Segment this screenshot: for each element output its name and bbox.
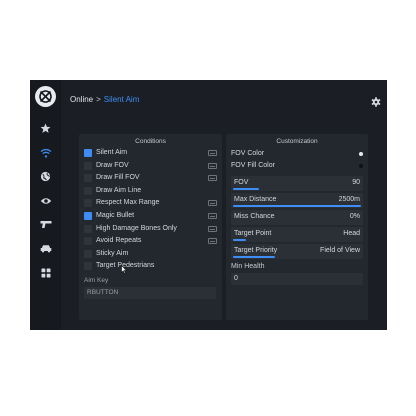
app-window: Online > Silent Aim Conditions Silent Aim D… (30, 80, 387, 330)
fov-color-swatch[interactable] (359, 152, 363, 156)
slider-label: FOV (234, 179, 249, 186)
slider-fill (233, 256, 276, 258)
slider-row[interactable]: FOV 90 (231, 176, 363, 191)
keyboard-icon[interactable] (208, 213, 217, 219)
slider-track[interactable] (233, 188, 361, 190)
condition-label: Respect Max Range (96, 199, 160, 207)
slider-row[interactable]: Target Point Head (231, 227, 363, 242)
customization-title: Customization (276, 138, 318, 145)
condition-row[interactable]: Magic Bullet (84, 211, 217, 221)
wifi-icon[interactable] (37, 144, 54, 161)
mouse-cursor-icon (121, 265, 127, 274)
conditions-title: Conditions (135, 138, 166, 145)
fov-color-row[interactable]: FOV Color (231, 149, 363, 159)
fov-fill-color-label: FOV Fill Color (231, 162, 275, 169)
condition-label: Silent Aim (96, 149, 128, 156)
slider-row[interactable]: Target Priority Field of View (231, 244, 363, 259)
condition-label: Draw Fill FOV (96, 174, 140, 182)
condition-row[interactable]: High Damage Bones Only (84, 224, 217, 234)
condition-row[interactable]: Draw Aim Line (84, 186, 217, 196)
condition-row[interactable]: Draw Fill FOV (84, 173, 217, 183)
slider-value: 2500m (338, 196, 360, 203)
fov-color-label: FOV Color (231, 150, 265, 157)
condition-label: High Damage Bones Only (96, 224, 177, 232)
condition-label: Draw FOV (96, 161, 129, 169)
aim-key-label: Aim Key (84, 277, 109, 284)
condition-row[interactable]: Draw FOV (84, 161, 217, 171)
logo-icon (35, 86, 56, 107)
fov-fill-color-swatch[interactable] (359, 164, 363, 168)
condition-label: Avoid Repeats (96, 237, 142, 245)
condition-label: Draw Aim Line (96, 186, 142, 194)
gear-icon[interactable] (371, 97, 381, 107)
slider-value: 0% (349, 213, 360, 220)
keyboard-icon[interactable] (208, 175, 217, 182)
slider-value: 90 (352, 179, 360, 186)
checkbox[interactable] (84, 174, 92, 183)
checkbox[interactable] (84, 262, 92, 271)
slider-label: Target Point (234, 230, 272, 237)
keyboard-icon[interactable] (208, 162, 217, 169)
condition-row[interactable]: Sticky Aim (84, 249, 217, 259)
slider-track[interactable] (233, 205, 361, 207)
slider-value: Head (343, 230, 360, 237)
slider-track[interactable] (233, 256, 361, 258)
eye-icon[interactable] (37, 192, 54, 209)
slider-value: Field of View (320, 247, 360, 254)
aim-key-field[interactable]: RBUTTON (84, 287, 216, 299)
fov-fill-color-row[interactable]: FOV Fill Color (231, 161, 363, 171)
condition-row[interactable]: Silent Aim (84, 148, 217, 158)
slider-fill (233, 205, 361, 207)
checkbox[interactable] (84, 249, 92, 258)
min-health-label: Min Health (231, 263, 265, 270)
checkbox[interactable] (84, 161, 92, 170)
breadcrumb: Online > Silent Aim (70, 95, 139, 105)
condition-row[interactable]: Respect Max Range (84, 198, 217, 208)
slider-track[interactable] (233, 222, 361, 224)
customization-panel: Customization FOV Color FOV Fill Color F… (226, 134, 368, 320)
condition-row[interactable]: Target Pedestrians (84, 261, 217, 271)
keyboard-icon[interactable] (208, 150, 217, 156)
checkbox[interactable] (84, 199, 92, 208)
breadcrumb-separator: > (96, 95, 101, 104)
grid-icon[interactable] (37, 264, 54, 281)
slider-label: Target Priority (234, 247, 278, 254)
checkbox[interactable] (84, 186, 92, 195)
min-health-field[interactable]: 0 (231, 273, 363, 285)
slider-fill (233, 239, 246, 241)
slider-fill (233, 188, 259, 190)
star-icon[interactable] (37, 120, 54, 137)
slider-label: Max Distance (234, 196, 277, 203)
condition-label: Magic Bullet (96, 212, 135, 219)
conditions-panel: Conditions Silent Aim Draw FOV Draw Fill F… (79, 134, 222, 320)
sidebar (30, 80, 61, 330)
checkbox[interactable] (84, 212, 92, 220)
keyboard-icon[interactable] (208, 225, 217, 232)
condition-row[interactable]: Avoid Repeats (84, 236, 217, 246)
car-icon[interactable] (37, 240, 54, 257)
breadcrumb-current: Silent Aim (103, 95, 140, 104)
breadcrumb-root[interactable]: Online (70, 95, 93, 104)
keyboard-icon[interactable] (208, 238, 217, 245)
slider-track[interactable] (233, 239, 361, 241)
globe-icon[interactable] (37, 168, 54, 185)
checkbox[interactable] (84, 237, 92, 246)
condition-label: Sticky Aim (96, 249, 129, 257)
slider-row[interactable]: Miss Chance 0% (231, 210, 363, 225)
slider-row[interactable]: Max Distance 2500m (231, 193, 363, 208)
gun-icon[interactable] (37, 216, 54, 233)
checkbox[interactable] (84, 149, 92, 157)
keyboard-icon[interactable] (208, 200, 217, 207)
slider-label: Miss Chance (234, 213, 275, 220)
checkbox[interactable] (84, 224, 92, 233)
header: Online > Silent Aim (61, 80, 387, 120)
